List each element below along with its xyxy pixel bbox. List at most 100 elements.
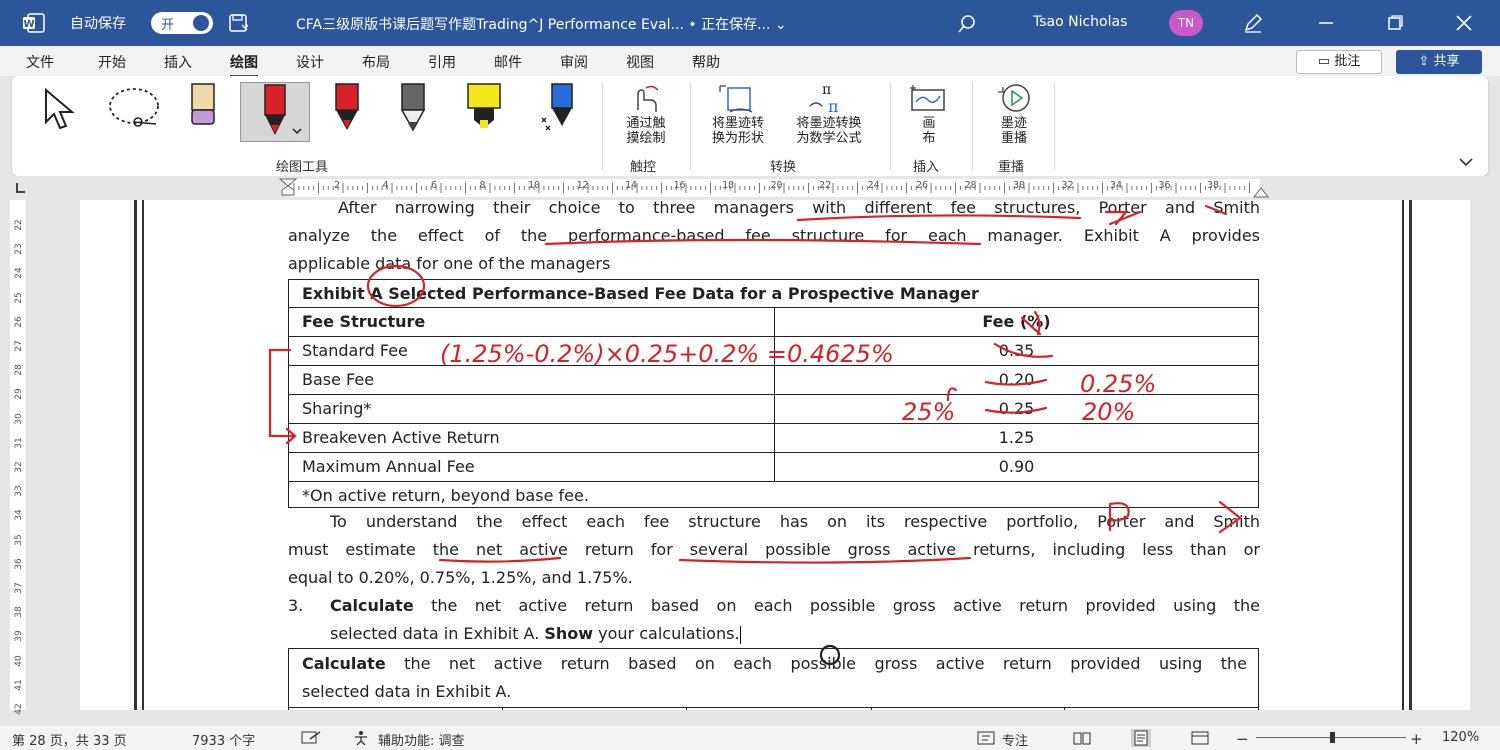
vertical-ruler-number: 40 [14,654,24,667]
restore-icon[interactable] [1384,12,1406,34]
red-pen-tool[interactable] [240,82,310,142]
table-column-divider [774,308,775,482]
user-avatar[interactable]: TN [1169,10,1203,36]
ruler-number: 4 [382,180,389,191]
close-icon[interactable] [1453,12,1475,34]
zoom-level[interactable]: 120% [1442,730,1479,745]
page-border-left [134,200,144,710]
drawing-canvas-button[interactable]: 画 布 [916,116,942,146]
read-mode-icon[interactable] [1072,730,1092,746]
group-touch-label: 触控 [630,160,657,175]
row-label: Standard Fee [302,341,408,360]
ink-to-shape-button[interactable]: 将墨迹转 换为形状 [700,116,776,146]
document-page[interactable]: After narrowing their choice to three ma… [80,200,1470,710]
table-footnote-row: *On active return, beyond base fee. [289,482,1258,509]
row-value: 0.35 [998,341,1035,360]
ink-replay-button[interactable]: 墨迹 重播 [996,116,1032,146]
paragraph-2-line-2[interactable]: must estimate the net active return for … [288,540,1260,559]
canvas-label-1: 画 [922,116,936,131]
vertical-ruler-number: 35 [14,533,24,546]
ink-replay-icon[interactable] [992,82,1036,116]
tab-mailings[interactable]: 邮件 [494,52,522,72]
ink-to-math-icon[interactable]: π π [806,80,850,116]
paragraph-2-line-3[interactable]: equal to 0.20%, 0.75%, 1.25%, and 1.75%. [288,568,1260,587]
autosave-state: 开 [161,18,175,33]
tab-help[interactable]: 帮助 [692,52,720,72]
tab-references[interactable]: 引用 [428,52,456,72]
indent-marker-icon[interactable] [278,177,298,199]
autosave-toggle[interactable]: 开 [151,12,213,34]
ink-to-shape-icon[interactable] [716,82,760,116]
row-label: Sharing* [302,399,372,418]
search-icon[interactable] [956,13,978,35]
highlighter-icon[interactable] [464,82,504,134]
svg-text:π: π [828,97,839,116]
tab-file[interactable]: 文件 [26,52,54,72]
drawing-canvas-icon[interactable] [908,84,948,114]
zoom-slider-thumb[interactable] [1330,732,1335,743]
exhibit-a-table[interactable]: Exhibit A Selected Performance-Based Fee… [288,279,1259,508]
minimize-icon[interactable] [1315,12,1337,34]
question-3-text-1: Calculate the net active return based on… [330,596,1260,615]
lasso-select-icon[interactable] [104,84,168,134]
web-layout-icon[interactable] [1190,730,1210,746]
answer-box-bold: Calculate [302,654,386,673]
save-icon[interactable] [228,13,250,33]
question-3-line-1[interactable]: 3. Calculate the net active return based… [288,596,1260,615]
vertical-ruler-number: 39 [14,630,24,643]
paragraph-1-line-1[interactable]: After narrowing their choice to three ma… [288,200,1260,217]
document-title[interactable]: CFA三级原版书课后题写作题Trading^J Performance Eval… [296,14,787,34]
collapse-ribbon-icon[interactable] [1458,156,1474,168]
tab-draw[interactable]: 绘图 [230,52,258,78]
vertical-ruler[interactable]: 22 23 24 25 26 27 28 29 30 31 32 33 34 35 36 37 38 39 40 41… [0,200,36,715]
horizontal-ruler[interactable]: 2 4 6 8 10 12 14 16 18 20 22 24 26 28 30 32 34 36 38 [0,176,1500,200]
pencil-icon[interactable] [396,82,430,134]
answer-col-line [871,707,872,710]
word-count[interactable]: 7933 个字 [192,730,255,749]
proofing-icon[interactable] [300,731,322,745]
ruler-number: 10 [528,180,541,191]
zoom-in-button[interactable]: + [1410,730,1423,748]
touch-draw-button[interactable]: 通过触 摸绘制 [616,116,676,146]
ribbon-separator [890,82,891,170]
ruler-number: 28 [964,180,977,191]
accessibility-icon[interactable] [352,730,372,746]
red-pen-2-icon[interactable] [330,82,364,134]
accessibility-status[interactable]: 辅助功能: 调查 [378,730,465,749]
focus-mode-icon[interactable] [976,730,996,746]
group-draw-tools-label: 绘图工具 [276,160,329,175]
focus-label[interactable]: 专注 [1002,730,1028,749]
comments-button[interactable]: ▭ 批注 [1296,50,1382,74]
ink-pen-icon[interactable] [1242,12,1264,34]
zoom-out-button[interactable]: − [1236,730,1249,748]
tab-view[interactable]: 视图 [626,52,654,72]
ink-to-math-button[interactable]: 将墨迹转换 为数学公式 [780,116,878,146]
tab-home[interactable]: 开始 [98,52,126,72]
tab-design[interactable]: 设计 [296,52,324,72]
row-label: Breakeven Active Return [302,428,500,447]
row-value: 0.25 [998,399,1035,418]
page-counter[interactable]: 第 28 页，共 33 页 [12,730,127,749]
action-pen-icon[interactable] [538,82,578,134]
answer-col-line [1064,707,1065,710]
row-value: 1.25 [998,428,1035,447]
answer-box-table[interactable]: Calculate the net active return based on… [288,648,1259,710]
touch-draw-icon[interactable] [630,84,664,114]
right-indent-marker-icon[interactable] [1252,184,1270,198]
tab-insert[interactable]: 插入 [164,52,192,72]
user-name[interactable]: Tsao Nicholas [1033,14,1127,30]
share-button[interactable]: ⇪ 共享 [1396,50,1482,74]
text-cursor [739,625,741,644]
print-layout-icon[interactable] [1130,729,1152,747]
tab-stop-icon[interactable] [12,183,26,195]
select-objects-icon[interactable] [40,86,86,132]
question-3-line-2[interactable]: selected data in Exhibit A. Show your ca… [330,624,1030,644]
paragraph-2-line-1[interactable]: To understand the effect each fee struct… [288,512,1260,531]
eraser-icon[interactable] [188,82,218,130]
tab-review[interactable]: 审阅 [560,52,588,72]
group-insert-label: 插入 [913,160,940,175]
tab-layout[interactable]: 布局 [362,52,390,72]
paragraph-1-line-3[interactable]: applicable data for one of the managers [288,254,1260,273]
touch-draw-label-1: 通过触 [626,116,666,131]
paragraph-1-line-2[interactable]: analyze the effect of the performance-ba… [288,226,1260,245]
